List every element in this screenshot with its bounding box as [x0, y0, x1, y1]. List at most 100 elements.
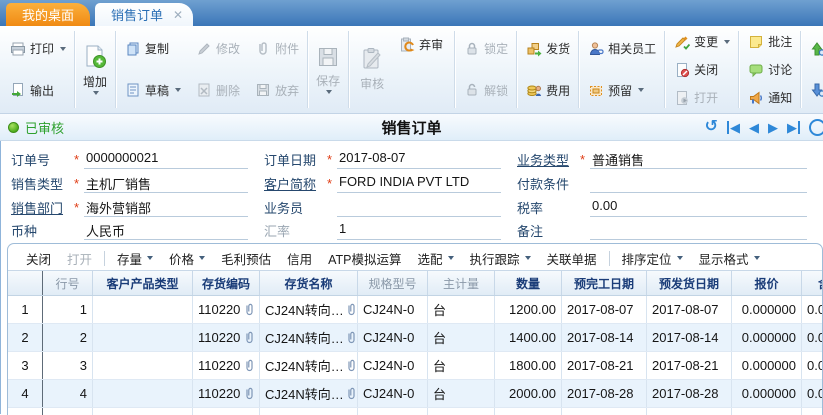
reserve-button[interactable]: 预留: [583, 80, 660, 101]
draft-button[interactable]: 草稿: [120, 80, 185, 101]
reference-paperclip-icon[interactable]: [344, 331, 356, 344]
column-header[interactable]: 预发货日期: [647, 271, 732, 295]
detail-tab-related-docs[interactable]: 关联单据: [539, 248, 605, 269]
close-icon[interactable]: ✕: [173, 8, 183, 22]
business-type-field[interactable]: 普通销售: [590, 150, 807, 169]
related-staff-button[interactable]: 相关员工: [583, 38, 660, 59]
coins-icon: [525, 82, 542, 99]
reference-paperclip-icon[interactable]: [242, 387, 254, 400]
cell-规格型号: CJ24N-0: [358, 380, 428, 407]
cell-value: 台: [433, 300, 446, 319]
export-button[interactable]: 输出: [5, 80, 70, 101]
detail-tab-atp-sim[interactable]: ATP模拟运算: [320, 248, 409, 269]
detail-tab-close-line[interactable]: 关闭: [18, 248, 59, 269]
cell-value: 110220: [198, 386, 240, 401]
next-record-icon[interactable]: ▶: [768, 121, 778, 134]
add-page-icon: [83, 45, 107, 72]
detail-tab-display-fmt[interactable]: 显示格式: [691, 248, 768, 269]
salesman-field[interactable]: [337, 198, 501, 217]
column-header[interactable]: 行号: [43, 271, 93, 295]
remark-field[interactable]: [590, 221, 807, 240]
up-query-button[interactable]: 上查: [805, 38, 823, 59]
ribbon-toolbar: 打印 输出 增加 复制 草稿 修改: [0, 26, 823, 114]
cell-主计量: 台: [428, 324, 495, 351]
detail-tab-sort-locate[interactable]: 排序定位: [614, 248, 691, 269]
reference-paperclip-icon[interactable]: [242, 359, 254, 372]
column-header[interactable]: 数量: [495, 271, 562, 295]
ship-button[interactable]: 发货: [521, 38, 574, 59]
column-header[interactable]: 预完工日期: [562, 271, 647, 295]
table-row: 33110220CJ24N转向…CJ24N-0台1800.002017-08-2…: [8, 352, 822, 380]
column-header[interactable]: 客户产品类型: [93, 271, 193, 295]
column-header[interactable]: 含: [802, 271, 822, 295]
detail-tab-margin-est[interactable]: 毛利预估: [213, 248, 279, 269]
last-record-icon[interactable]: ▶: [787, 121, 800, 134]
attachment-button: 附件: [250, 38, 303, 59]
draft-icon: [124, 82, 141, 99]
abandon-icon: [254, 82, 271, 99]
sales-dept-field[interactable]: 海外营销部: [84, 198, 248, 217]
cell-value: 110220: [198, 330, 240, 345]
sales-type-field[interactable]: 主机厂销售: [84, 174, 248, 193]
tab-label: 我的桌面: [22, 5, 74, 24]
down-query-button[interactable]: 下查: [805, 80, 823, 101]
print-button[interactable]: 打印: [5, 38, 70, 59]
tab-sales-order[interactable]: 销售订单 ✕: [95, 3, 193, 26]
reference-paperclip-icon[interactable]: [344, 359, 356, 372]
detail-tab-stock[interactable]: 存量: [109, 248, 161, 269]
reference-paperclip-icon[interactable]: [242, 331, 254, 344]
notify-button[interactable]: 通知: [743, 87, 796, 108]
exchange-rate-label: 汇率: [264, 221, 322, 240]
cell-报价: [732, 408, 802, 415]
column-header[interactable]: 存货名称: [260, 271, 358, 295]
annotate-button[interactable]: 批注: [743, 31, 796, 52]
payment-terms-field[interactable]: [590, 174, 807, 193]
reference-paperclip-icon[interactable]: [344, 387, 356, 400]
modify-button: 修改: [191, 38, 244, 59]
column-header[interactable]: [8, 271, 43, 295]
sales-dept-label[interactable]: 销售部门: [11, 198, 69, 217]
discuss-button[interactable]: 讨论: [743, 59, 796, 80]
business-type-label[interactable]: 业务类型: [517, 150, 575, 169]
first-record-icon[interactable]: ◀: [727, 121, 740, 134]
change-button[interactable]: 变更: [669, 31, 734, 52]
order-date-field[interactable]: 2017-08-07: [337, 150, 501, 169]
cell-value: CJ24N转向…: [265, 356, 344, 375]
refresh-icon[interactable]: ↺: [705, 119, 718, 135]
detail-tab-credit[interactable]: 信用: [279, 248, 320, 269]
form-field-payment-terms: 付款条件: [517, 172, 823, 195]
unlock-button: 解锁: [459, 80, 512, 101]
copy-button[interactable]: 复制: [120, 38, 185, 59]
cell-value: 2017-08-28: [567, 386, 634, 401]
locate-icon[interactable]: [809, 119, 823, 136]
customer-field[interactable]: FORD INDIA PVT LTD: [337, 174, 501, 193]
cell-value: 3: [21, 358, 28, 373]
exchange-rate-field[interactable]: 1: [337, 221, 501, 240]
currency-field[interactable]: 人民币: [84, 221, 248, 240]
cell-行号: 1: [43, 296, 93, 323]
cell-value: 0.000000: [742, 386, 796, 401]
detail-tab-configure[interactable]: 选配: [409, 248, 461, 269]
detail-tab-exec-trace[interactable]: 执行跟踪: [462, 248, 539, 269]
column-header[interactable]: 主计量: [428, 271, 495, 295]
column-header[interactable]: 报价: [732, 271, 802, 295]
expense-button[interactable]: 费用: [521, 80, 574, 101]
tax-rate-field[interactable]: 0.00: [590, 198, 807, 217]
previous-record-icon[interactable]: ◀: [749, 121, 759, 134]
column-header[interactable]: 存货编码: [193, 271, 260, 295]
reference-paperclip-icon[interactable]: [344, 303, 356, 316]
tab-my-desktop[interactable]: 我的桌面: [6, 3, 90, 26]
add-button[interactable]: 增加: [76, 28, 114, 111]
unaudit-button[interactable]: 弃审: [394, 34, 447, 55]
customer-label[interactable]: 客户简称: [264, 174, 322, 193]
salesman-label: 业务员: [264, 198, 322, 217]
cell-规格型号: [358, 408, 428, 415]
order-no-field[interactable]: 0000000021: [84, 150, 248, 169]
cell-存货名称: CJ24N转向…: [260, 296, 358, 323]
close-order-button[interactable]: 关闭: [669, 59, 734, 80]
column-header[interactable]: 规格型号: [358, 271, 428, 295]
detail-tab-price[interactable]: 价格: [161, 248, 213, 269]
cell-value: CJ24N-0: [363, 386, 414, 401]
reference-paperclip-icon[interactable]: [242, 303, 254, 316]
cell-存货名称: CJ24N转向…: [260, 352, 358, 379]
